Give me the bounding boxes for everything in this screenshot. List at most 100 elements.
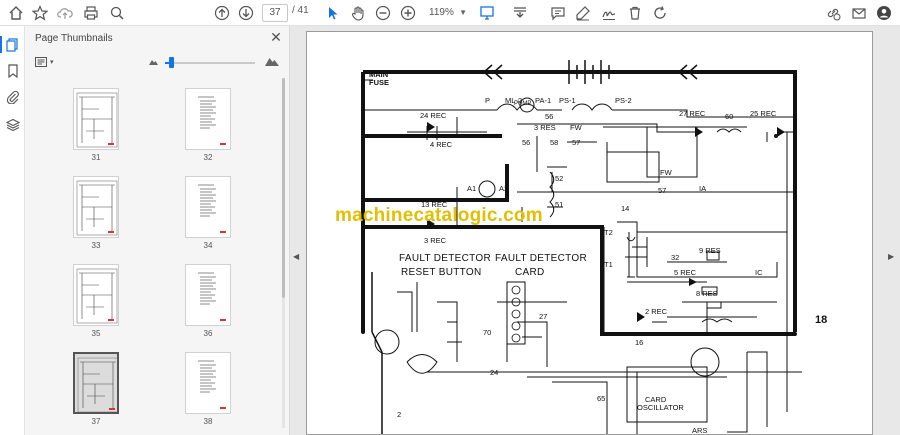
zoom-out-icon[interactable] [373, 3, 393, 23]
fit-page-icon[interactable] [477, 3, 497, 23]
label-56: 56 [545, 112, 554, 121]
thumbnail-image [185, 352, 231, 414]
total-pages: / 41 [292, 5, 309, 16]
page-down-icon[interactable] [236, 3, 256, 23]
label-14: 14 [621, 204, 630, 213]
label-res3: 3 RES [534, 123, 556, 132]
page-thumbnail[interactable]: 32 [185, 88, 235, 162]
large-thumbnail-icon[interactable] [265, 56, 279, 66]
collapse-left-icon[interactable]: ◀ [293, 252, 299, 261]
label-rec27: 27 REC [679, 109, 706, 118]
label-res9: 9 RES [699, 246, 721, 255]
list-options-icon [35, 57, 47, 67]
cloud-upload-icon[interactable] [55, 3, 75, 23]
share-link-icon[interactable] [823, 3, 843, 23]
thumbnail-image [73, 352, 119, 414]
label-16: 16 [635, 338, 644, 347]
label-56b: 56 [522, 138, 531, 147]
label-ars: ARS [692, 426, 708, 435]
page-up-icon[interactable] [212, 3, 232, 23]
label-reset-button: RESET BUTTON [401, 267, 482, 278]
pdf-viewer-window: 37 / 41 119% ▼ Page Thumbnails ✕ ▾ 31 32… [0, 0, 900, 435]
top-toolbar: 37 / 41 119% ▼ [0, 0, 900, 26]
current-page-input[interactable]: 37 [262, 4, 288, 22]
thumbnail-size-slider[interactable] [165, 62, 255, 64]
delete-icon[interactable] [625, 3, 645, 23]
small-thumbnail-icon[interactable] [149, 58, 158, 65]
label-52: 52 [555, 174, 564, 183]
label-70: 70 [483, 328, 492, 337]
close-icon[interactable]: ✕ [268, 29, 284, 45]
label-ia: IA [699, 184, 707, 193]
label-a1: A1 [467, 184, 477, 193]
thumbnail-image [73, 264, 119, 326]
thumbnail-page-number: 38 [203, 417, 213, 426]
label-2: 2 [397, 410, 402, 419]
account-icon[interactable] [874, 3, 894, 23]
email-icon[interactable] [849, 3, 869, 23]
zoom-search-icon[interactable] [107, 3, 127, 23]
thumbnail-options-button[interactable]: ▾ [35, 55, 61, 69]
label-58: 58 [550, 138, 559, 147]
zoom-level-select[interactable]: 119% ▼ [425, 4, 471, 22]
chevron-down-icon: ▼ [459, 8, 467, 17]
hand-icon[interactable] [348, 3, 368, 23]
page-thumbnail[interactable]: 35 [73, 264, 123, 338]
label-ps1: PS-1 [559, 96, 576, 105]
label-fw: FW [570, 123, 582, 132]
label-pa1: PA-1 [535, 96, 552, 105]
panel-scrollbar[interactable] [282, 78, 285, 428]
panel-title: Page Thumbnails [35, 33, 113, 44]
page-thumbnail[interactable]: 38 [185, 352, 235, 426]
star-icon[interactable] [30, 3, 50, 23]
label-65: 65 [597, 394, 606, 403]
page-thumbnail[interactable]: 37 [73, 352, 123, 426]
label-24: 24 [490, 368, 499, 377]
left-nav-rail [0, 26, 25, 435]
thumbnail-grid: 31 32 33 34 35 36 37 38 [25, 78, 280, 435]
thumbnail-image [185, 176, 231, 238]
page-thumbnail[interactable]: 34 [185, 176, 235, 250]
label-60: 60 [725, 112, 734, 121]
thumbnail-page-number: 36 [203, 329, 213, 338]
page-thumbnail[interactable]: 31 [73, 88, 123, 162]
label-57: 57 [572, 138, 581, 147]
label-res8: 8 RES [696, 289, 718, 298]
page-thumbnails-icon[interactable] [0, 36, 21, 53]
comment-icon[interactable] [548, 3, 568, 23]
bookmark-icon[interactable] [4, 62, 21, 79]
collapse-right-icon[interactable]: ▶ [888, 252, 894, 261]
attachment-icon[interactable] [4, 88, 21, 105]
select-cursor-icon[interactable] [323, 3, 343, 23]
label-18: 18 [815, 314, 828, 326]
label-57b: 57 [658, 186, 667, 195]
home-icon[interactable] [6, 3, 26, 23]
label-rec5: 5 REC [674, 268, 697, 277]
thumbnail-page-number: 33 [91, 241, 101, 250]
slider-handle[interactable] [169, 57, 174, 68]
label-card: CARD [515, 267, 545, 278]
sign-icon[interactable] [599, 3, 619, 23]
page-thumbnail[interactable]: 33 [73, 176, 123, 250]
label-rec24: 24 REC [420, 111, 447, 120]
page-thumbnail[interactable]: 36 [185, 264, 235, 338]
pdf-page: MAIN FUSE P ML-2 PA-1 PS-1 PS-2 PUMP 24 … [306, 31, 873, 435]
rotate-icon[interactable] [650, 3, 670, 23]
thumbnail-image [73, 88, 119, 150]
label-rec4: 4 REC [430, 140, 453, 149]
label-fw2: FW [660, 168, 672, 177]
layers-icon[interactable] [4, 116, 21, 133]
highlight-pen-icon[interactable] [573, 3, 593, 23]
print-icon[interactable] [81, 3, 101, 23]
chevron-down-icon: ▾ [50, 59, 54, 66]
watermark-text: machinecatalogic.com [335, 205, 543, 226]
thumbnail-image [185, 88, 231, 150]
thumbnail-page-number: 37 [91, 417, 101, 426]
zoom-in-icon[interactable] [398, 3, 418, 23]
label-27: 27 [539, 312, 548, 321]
zoom-level-value: 119% [429, 7, 454, 18]
label-32: 32 [671, 253, 680, 262]
scroll-mode-icon[interactable] [510, 3, 530, 23]
label-rec2: 2 REC [645, 307, 668, 316]
thumbnail-page-number: 31 [91, 153, 101, 162]
